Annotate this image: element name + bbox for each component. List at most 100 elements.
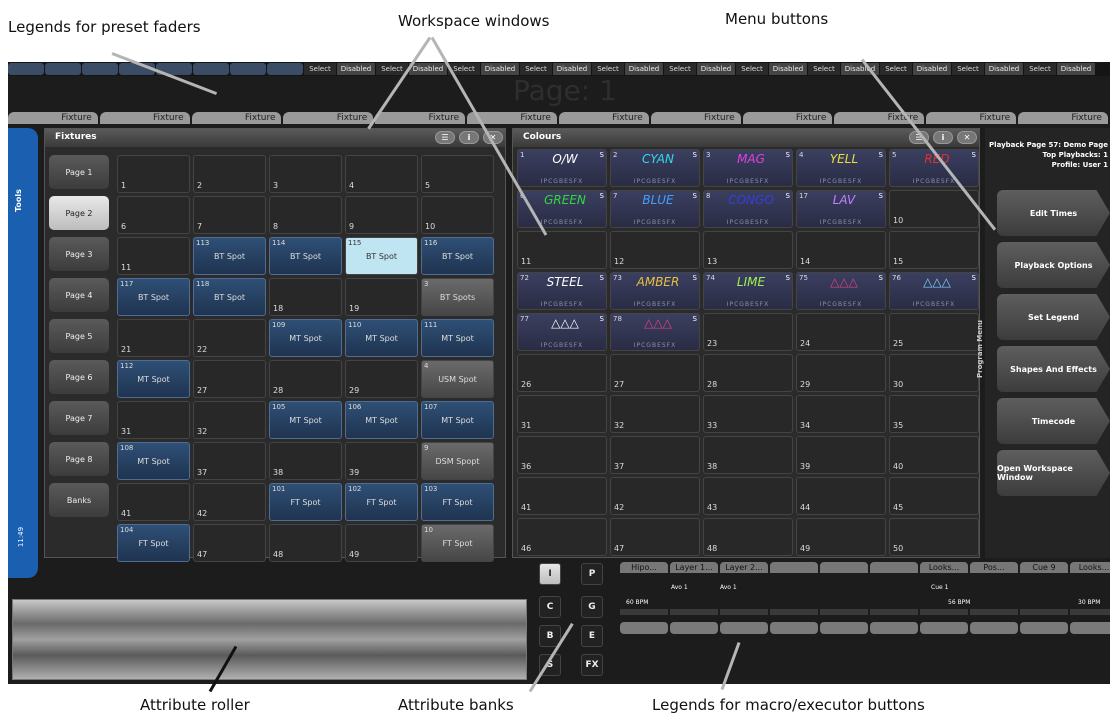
page-button-8[interactable]: Page 8: [49, 442, 109, 476]
colour-cell[interactable]: 39: [796, 436, 886, 474]
macro-legend[interactable]: [870, 562, 918, 573]
fixture-cell[interactable]: 110 MT Spot: [345, 319, 418, 357]
fixture-cell[interactable]: 38: [269, 442, 342, 480]
attribute-bank-fx[interactable]: FX: [581, 654, 603, 676]
executor-button[interactable]: [720, 622, 768, 634]
attribute-bank-e[interactable]: E: [581, 625, 603, 647]
colour-cell[interactable]: 31: [517, 395, 607, 433]
colour-cell[interactable]: 45: [889, 477, 979, 515]
executor-button[interactable]: [770, 622, 818, 634]
colour-cell[interactable]: 44: [796, 477, 886, 515]
page-button-3[interactable]: Page 3: [49, 237, 109, 271]
colour-cell[interactable]: 23: [703, 313, 793, 351]
fixture-cell[interactable]: 111 MT Spot: [421, 319, 494, 357]
disabled-legend[interactable]: Disabled: [625, 63, 663, 75]
disabled-legend[interactable]: Disabled: [769, 63, 807, 75]
colour-cell[interactable]: 24: [796, 313, 886, 351]
colour-cell[interactable]: 30: [889, 354, 979, 392]
fixture-cell[interactable]: 31: [117, 401, 190, 439]
executor-button[interactable]: [820, 622, 868, 634]
fixture-cell[interactable]: 113 BT Spot: [193, 237, 266, 275]
page-button-5[interactable]: Page 5: [49, 319, 109, 353]
fader-legend-blank[interactable]: [193, 63, 229, 75]
select-legend[interactable]: Select: [736, 63, 768, 75]
fixture-cell[interactable]: 10 FT Spot: [421, 524, 494, 562]
disabled-legend[interactable]: Disabled: [985, 63, 1023, 75]
fixture-cell[interactable]: 102 FT Spot: [345, 483, 418, 521]
macro-legend[interactable]: Cue 9: [1020, 562, 1068, 573]
attribute-bank-c[interactable]: C: [539, 596, 561, 618]
fixture-legend[interactable]: Fixture: [375, 112, 466, 124]
select-legend[interactable]: Select: [664, 63, 696, 75]
colour-cell[interactable]: 15: [889, 231, 979, 269]
colour-cell[interactable]: 25: [889, 313, 979, 351]
fixture-cell[interactable]: 19: [345, 278, 418, 316]
close-icon[interactable]: ✕: [957, 131, 977, 144]
macro-legend[interactable]: [770, 562, 818, 573]
fixture-cell[interactable]: 18: [269, 278, 342, 316]
select-legend[interactable]: Select: [808, 63, 840, 75]
colour-cell[interactable]: 4 S YELL IPCGBESFX: [796, 149, 886, 187]
macro-legend[interactable]: Layer 2...: [720, 562, 768, 573]
colour-cell[interactable]: 33: [703, 395, 793, 433]
fixture-cell[interactable]: 103 FT Spot: [421, 483, 494, 521]
colour-cell[interactable]: 77 S △△△ IPCGBESFX: [517, 313, 607, 351]
fixture-cell[interactable]: 10: [421, 196, 494, 234]
fixture-cell[interactable]: 104 FT Spot: [117, 524, 190, 562]
macro-legend[interactable]: Looks...: [1070, 562, 1110, 573]
select-legend[interactable]: Select: [952, 63, 984, 75]
fixture-cell[interactable]: 27: [193, 360, 266, 398]
menu-button[interactable]: Open Workspace Window: [997, 450, 1110, 496]
colour-cell[interactable]: 29: [796, 354, 886, 392]
executor-button[interactable]: [970, 622, 1018, 634]
fixture-cell[interactable]: 47: [193, 524, 266, 562]
colour-cell[interactable]: 37: [610, 436, 700, 474]
fixture-cell[interactable]: 7: [193, 196, 266, 234]
colour-cell[interactable]: 17 S LAV IPCGBESFX: [796, 190, 886, 228]
colour-cell[interactable]: 72 S STEEL IPCGBESFX: [517, 272, 607, 310]
menu-button[interactable]: Edit Times: [997, 190, 1110, 236]
fixture-cell[interactable]: 28: [269, 360, 342, 398]
fixture-legend[interactable]: Fixture: [191, 112, 282, 124]
fixture-cell[interactable]: 4 USM Spot: [421, 360, 494, 398]
colour-cell[interactable]: 40: [889, 436, 979, 474]
fixture-cell[interactable]: 6: [117, 196, 190, 234]
executor-button[interactable]: [620, 622, 668, 634]
fixture-legend[interactable]: Fixture: [558, 112, 649, 124]
tools-tab[interactable]: Tools 11:49: [8, 128, 38, 578]
fixture-cell[interactable]: 39: [345, 442, 418, 480]
attribute-bank-p[interactable]: P: [581, 563, 603, 585]
colour-cell[interactable]: 74 S LIME IPCGBESFX: [703, 272, 793, 310]
colour-cell[interactable]: 26: [517, 354, 607, 392]
disabled-legend[interactable]: Disabled: [913, 63, 951, 75]
attribute-roller[interactable]: [12, 599, 527, 680]
menu-button[interactable]: Playback Options: [997, 242, 1110, 288]
page-button-1[interactable]: Page 1: [49, 155, 109, 189]
fixture-cell[interactable]: 41: [117, 483, 190, 521]
fixture-legend[interactable]: Fixture: [283, 112, 374, 124]
fixture-cell[interactable]: 1: [117, 155, 190, 193]
colour-cell[interactable]: 78 S △△△ IPCGBESFX: [610, 313, 700, 351]
executor-button[interactable]: [870, 622, 918, 634]
fixture-legend[interactable]: Fixture: [926, 112, 1017, 124]
fixture-cell[interactable]: 49: [345, 524, 418, 562]
page-button-9[interactable]: Banks: [49, 483, 109, 517]
executor-button[interactable]: [670, 622, 718, 634]
colour-cell[interactable]: 27: [610, 354, 700, 392]
fixture-cell[interactable]: 22: [193, 319, 266, 357]
executor-button[interactable]: [1070, 622, 1110, 634]
fader-legend-blank[interactable]: [230, 63, 266, 75]
attribute-bank-g[interactable]: G: [581, 596, 603, 618]
fixture-cell[interactable]: 48: [269, 524, 342, 562]
menu-button[interactable]: Shapes And Effects: [997, 346, 1110, 392]
page-button-6[interactable]: Page 6: [49, 360, 109, 394]
select-legend[interactable]: Select: [880, 63, 912, 75]
macro-legend[interactable]: Layer 1...: [670, 562, 718, 573]
fixture-cell[interactable]: 29: [345, 360, 418, 398]
colour-cell[interactable]: 2 S CYAN IPCGBESFX: [610, 149, 700, 187]
menu-button[interactable]: Timecode: [997, 398, 1110, 444]
fader-legend-blank[interactable]: [82, 63, 118, 75]
colour-cell[interactable]: 41: [517, 477, 607, 515]
colour-cell[interactable]: 14: [796, 231, 886, 269]
fixture-cell[interactable]: 109 MT Spot: [269, 319, 342, 357]
